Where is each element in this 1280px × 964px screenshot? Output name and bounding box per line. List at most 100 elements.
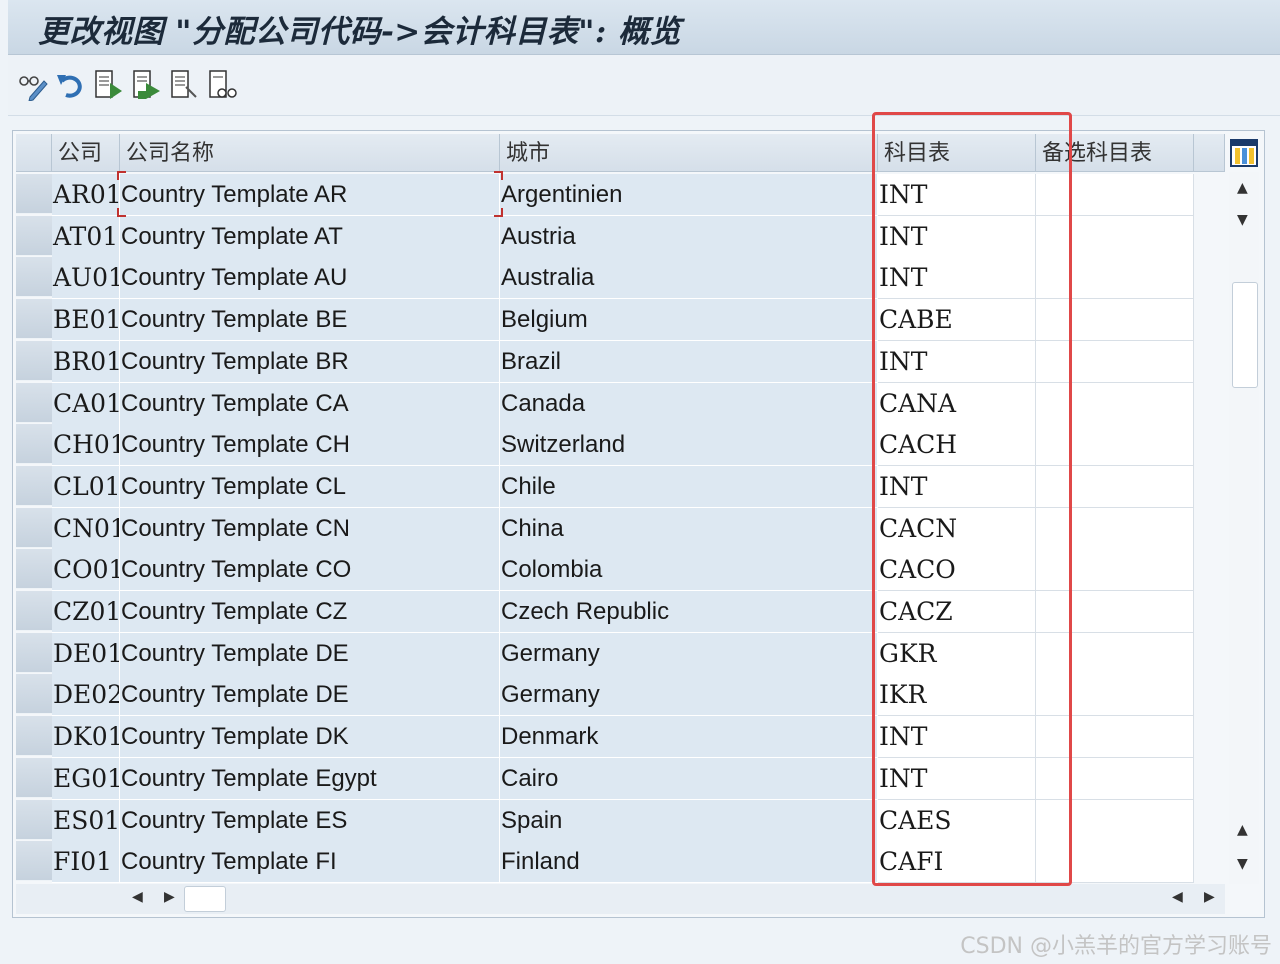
scroll-page-up-icon[interactable]: ▲ <box>1237 822 1248 838</box>
alternative-coa-field[interactable] <box>1036 632 1194 675</box>
city-cell: Finland <box>500 841 878 884</box>
chart-of-accounts-field[interactable]: CABE <box>878 299 1036 342</box>
company-code-cell: FI01 <box>52 841 120 884</box>
delete-icon[interactable] <box>170 69 200 101</box>
table-settings-icon[interactable] <box>1229 138 1259 168</box>
chart-of-accounts-field[interactable]: INT <box>878 757 1036 800</box>
chart-of-accounts-field[interactable]: CACH <box>878 424 1036 467</box>
scroll-up-icon[interactable]: ▲ <box>1237 180 1248 196</box>
undo-icon[interactable] <box>56 69 86 101</box>
company-name-cell: Country Template ES <box>120 799 500 842</box>
chart-of-accounts-field[interactable]: CACO <box>878 549 1036 592</box>
column-header-city[interactable]: 城市 <box>500 134 878 172</box>
company-code-cell: AR01 <box>52 174 120 216</box>
row-selector[interactable] <box>16 799 52 840</box>
row-selector[interactable] <box>16 716 52 757</box>
city-cell: Denmark <box>500 716 878 759</box>
company-name-cell: Country Template CN <box>120 507 500 550</box>
chart-of-accounts-field[interactable]: INT <box>878 716 1036 759</box>
alternative-coa-field[interactable] <box>1036 174 1194 216</box>
chart-of-accounts-field[interactable]: CACN <box>878 507 1036 550</box>
city-cell: Czech Republic <box>500 591 878 633</box>
row-selector[interactable] <box>16 841 52 882</box>
alternative-coa-field[interactable] <box>1036 549 1194 592</box>
chart-of-accounts-field[interactable]: INT <box>878 174 1036 216</box>
select-all-icon[interactable] <box>208 69 238 101</box>
company-code-cell: DE01 <box>52 632 120 675</box>
row-selector[interactable] <box>16 215 52 256</box>
alternative-coa-field[interactable] <box>1036 424 1194 467</box>
alternative-coa-field[interactable] <box>1036 507 1194 550</box>
scroll-down-icon[interactable]: ▼ <box>1237 212 1248 228</box>
chart-of-accounts-field[interactable]: INT <box>878 340 1036 383</box>
alternative-coa-field[interactable] <box>1036 799 1194 842</box>
scroll-page-down-icon[interactable]: ▼ <box>1237 856 1248 872</box>
column-header-company[interactable]: 公司 <box>52 134 120 172</box>
row-selector[interactable] <box>16 299 52 340</box>
row-selector[interactable] <box>16 549 52 590</box>
city-cell: Argentinien <box>500 174 878 216</box>
company-name-cell: Country Template CH <box>120 424 500 467</box>
company-code-cell: BR01 <box>52 340 120 383</box>
city-cell: Brazil <box>500 340 878 383</box>
row-selector[interactable] <box>16 757 52 798</box>
horizontal-scroll-thumb[interactable] <box>184 886 226 912</box>
window-title: 更改视图 "分配公司代码->会计科目表": 概览 <box>38 14 682 50</box>
focus-marker <box>117 171 503 217</box>
display-change-icon[interactable] <box>18 69 48 102</box>
row-selector[interactable] <box>16 674 52 715</box>
alternative-coa-field[interactable] <box>1036 215 1194 258</box>
scroll-left-icon[interactable]: ◀ <box>132 889 143 905</box>
chart-of-accounts-field[interactable]: INT <box>878 257 1036 300</box>
city-cell: Germany <box>500 632 878 675</box>
row-selector[interactable] <box>16 340 52 381</box>
column-header-chart-of-accounts[interactable]: 科目表 <box>878 134 1036 172</box>
alternative-coa-field[interactable] <box>1036 757 1194 800</box>
chart-of-accounts-field[interactable]: INT <box>878 465 1036 508</box>
row-selector[interactable] <box>16 632 52 673</box>
company-code-cell: AU01 <box>52 257 120 300</box>
alternative-coa-field[interactable] <box>1036 716 1194 759</box>
alternative-coa-field[interactable] <box>1036 299 1194 342</box>
row-selector[interactable] <box>16 591 52 631</box>
company-name-cell: Country Template FI <box>120 841 500 884</box>
alternative-coa-field[interactable] <box>1036 465 1194 508</box>
scroll-right-icon[interactable]: ▶ <box>164 889 175 905</box>
row-selector[interactable] <box>16 507 52 548</box>
city-cell: Chile <box>500 465 878 508</box>
row-selector[interactable] <box>16 257 52 298</box>
vertical-scroll-thumb[interactable] <box>1232 282 1258 388</box>
city-cell: Colombia <box>500 549 878 592</box>
chart-of-accounts-field[interactable]: CAES <box>878 799 1036 842</box>
company-code-cell: CA01 <box>52 382 120 425</box>
chart-of-accounts-field[interactable]: GKR <box>878 632 1036 675</box>
alternative-coa-field[interactable] <box>1036 340 1194 383</box>
company-code-cell: CH01 <box>52 424 120 467</box>
header-select-all-corner[interactable] <box>16 134 52 172</box>
row-selector[interactable] <box>16 424 52 465</box>
row-selector[interactable] <box>16 465 52 506</box>
alternative-coa-field[interactable] <box>1036 257 1194 300</box>
row-selector[interactable] <box>16 174 52 214</box>
chart-of-accounts-field[interactable]: IKR <box>878 674 1036 717</box>
alternative-coa-field[interactable] <box>1036 591 1194 633</box>
scroll-far-right-icon[interactable]: ▶ <box>1204 889 1215 905</box>
chart-of-accounts-field[interactable]: INT <box>878 215 1036 258</box>
company-name-cell: Country Template CZ <box>120 591 500 633</box>
alternative-coa-field[interactable] <box>1036 382 1194 425</box>
chart-of-accounts-field[interactable]: CANA <box>878 382 1036 425</box>
vertical-scrollbar[interactable]: ▲ ▼ ▲ ▼ <box>1229 172 1259 884</box>
new-entries-icon[interactable] <box>94 69 124 101</box>
chart-of-accounts-field[interactable]: CACZ <box>878 591 1036 633</box>
scroll-far-left-icon[interactable]: ◀ <box>1172 889 1183 905</box>
column-header-company-name[interactable]: 公司名称 <box>120 134 500 172</box>
title-bar: 更改视图 "分配公司代码->会计科目表": 概览 <box>8 0 1280 55</box>
column-header-alternative-coa[interactable]: 备选科目表 <box>1036 134 1194 172</box>
city-cell: China <box>500 507 878 550</box>
alternative-coa-field[interactable] <box>1036 674 1194 717</box>
row-selector[interactable] <box>16 382 52 423</box>
copy-as-icon[interactable] <box>132 69 162 101</box>
chart-of-accounts-field[interactable]: CAFI <box>878 841 1036 884</box>
horizontal-scrollbar[interactable]: ◀ ▶ ◀ ▶ <box>16 884 1225 914</box>
alternative-coa-field[interactable] <box>1036 841 1194 884</box>
